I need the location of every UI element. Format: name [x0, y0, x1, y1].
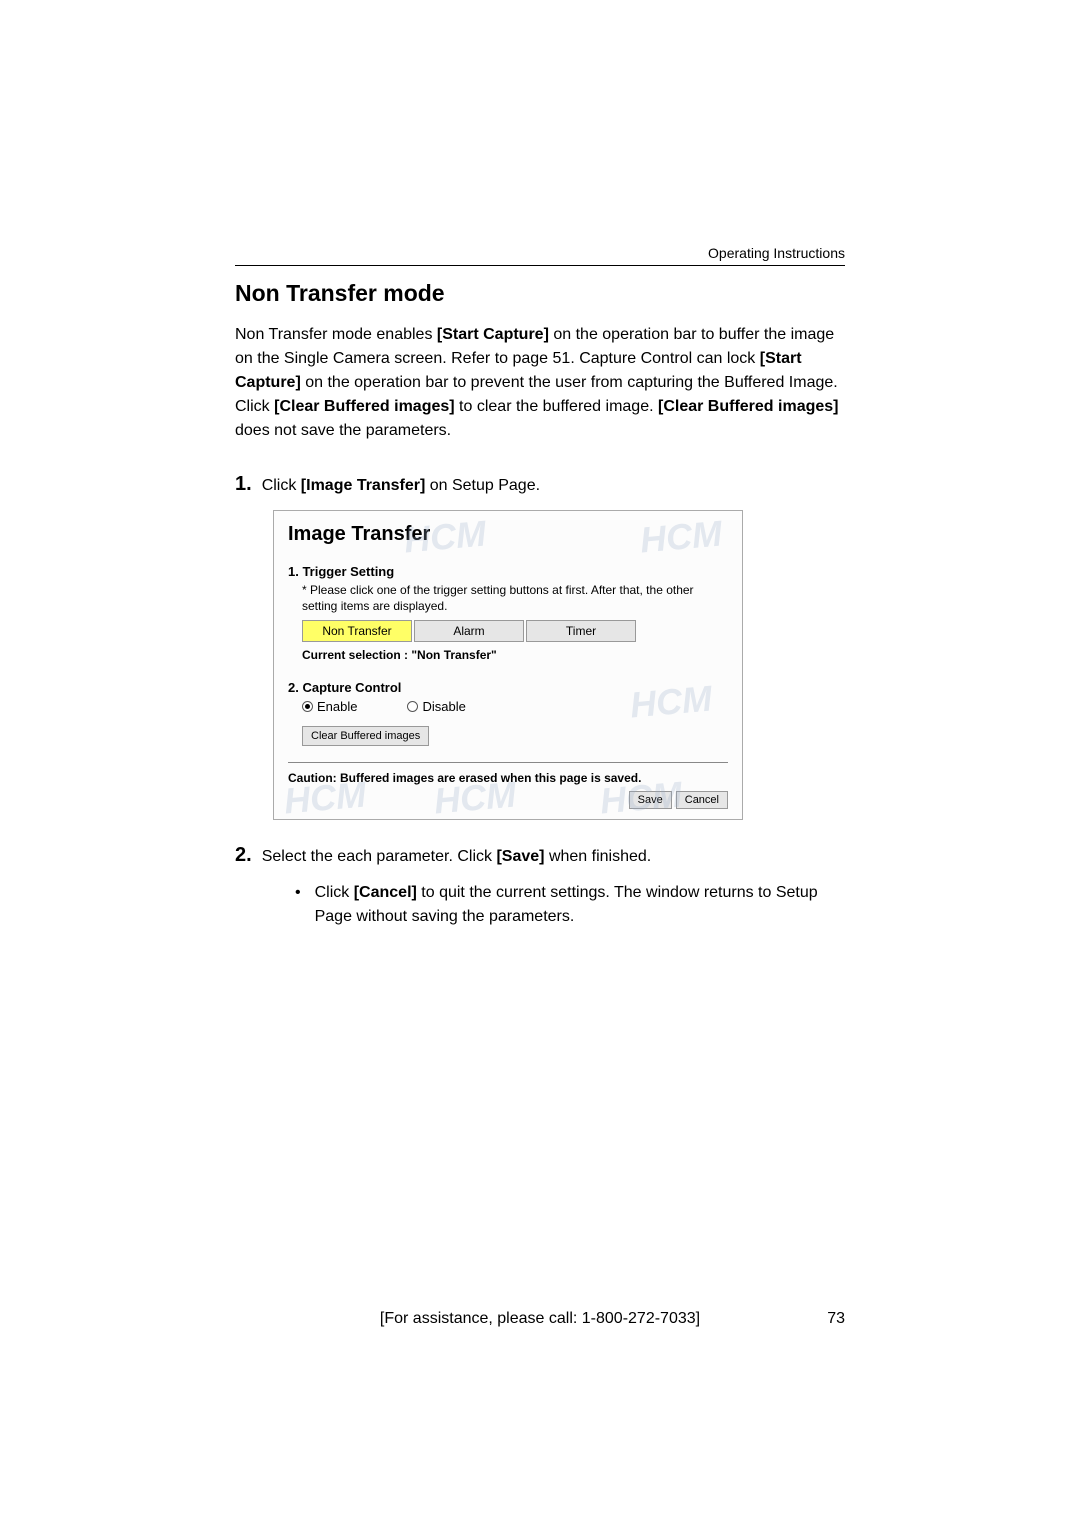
save-button[interactable]: Save	[629, 791, 672, 809]
radio-icon	[302, 701, 313, 712]
footer: [For assistance, please call: 1-800-272-…	[235, 1310, 845, 1328]
page-number: 73	[805, 1310, 845, 1328]
step-text: on Setup Page.	[425, 477, 540, 494]
intro-text: does not save the parameters.	[235, 422, 451, 439]
intro-text: to clear the buffered image.	[455, 398, 658, 415]
cancel-button[interactable]: Cancel	[676, 791, 728, 809]
divider	[288, 762, 728, 763]
step-text: when finished.	[545, 848, 652, 865]
clear-buffered-button[interactable]: Clear Buffered images	[302, 726, 429, 746]
step-1-text: Click [Image Transfer] on Setup Page.	[262, 474, 540, 498]
footer-assistance: [For assistance, please call: 1-800-272-…	[275, 1310, 805, 1328]
step-2: 2. Select the each parameter. Click [Sav…	[235, 844, 845, 869]
intro-bold-4: [Clear Buffered images]	[658, 398, 839, 415]
trigger-button-row: Non Transfer Alarm Timer	[302, 620, 728, 642]
disable-radio[interactable]: Disable	[407, 699, 465, 714]
step-bold: [Image Transfer]	[301, 477, 425, 494]
enable-radio[interactable]: Enable	[302, 699, 357, 714]
save-cancel-row: Save Cancel	[288, 791, 728, 809]
page-content: Non Transfer mode Non Transfer mode enab…	[0, 0, 1080, 929]
current-selection-label: Current selection : "Non Transfer"	[302, 648, 728, 662]
enable-label: Enable	[317, 699, 357, 714]
bullet-pre: Click	[315, 884, 354, 901]
step-text: Select the each parameter. Click	[262, 848, 497, 865]
caution-text: Caution: Buffered images are erased when…	[288, 771, 728, 785]
section-title: Non Transfer mode	[235, 280, 845, 307]
ui-screenshot: HCM HCM HCM HCM HCM HCM Image Transfer 1…	[273, 510, 743, 820]
bullet-dot: •	[295, 881, 301, 929]
intro-paragraph: Non Transfer mode enables [Start Capture…	[235, 323, 845, 443]
intro-bold-3: [Clear Buffered images]	[274, 398, 455, 415]
capture-radio-row: Enable Disable	[302, 699, 728, 714]
trigger-setting-label: 1. Trigger Setting	[288, 564, 728, 579]
bullet-bold: [Cancel]	[354, 884, 417, 901]
alarm-button[interactable]: Alarm	[414, 620, 524, 642]
intro-bold-1: [Start Capture]	[437, 326, 549, 343]
ui-title: Image Transfer	[288, 523, 728, 546]
timer-button[interactable]: Timer	[526, 620, 636, 642]
step-number: 1.	[235, 473, 252, 496]
step-1: 1. Click [Image Transfer] on Setup Page.	[235, 473, 845, 498]
bullet-text: Click [Cancel] to quit the current setti…	[315, 881, 845, 929]
radio-icon	[407, 701, 418, 712]
capture-control-label: 2. Capture Control	[288, 680, 728, 695]
intro-text: Non Transfer mode enables	[235, 326, 437, 343]
step-bold: [Save]	[496, 848, 544, 865]
bullet-item: • Click [Cancel] to quit the current set…	[295, 881, 845, 929]
step-number: 2.	[235, 844, 252, 867]
step-2-text: Select the each parameter. Click [Save] …	[262, 845, 652, 869]
trigger-note: * Please click one of the trigger settin…	[302, 583, 728, 614]
disable-label: Disable	[422, 699, 465, 714]
step-text: Click	[262, 477, 301, 494]
non-transfer-button[interactable]: Non Transfer	[302, 620, 412, 642]
bullet-list: • Click [Cancel] to quit the current set…	[295, 881, 845, 929]
